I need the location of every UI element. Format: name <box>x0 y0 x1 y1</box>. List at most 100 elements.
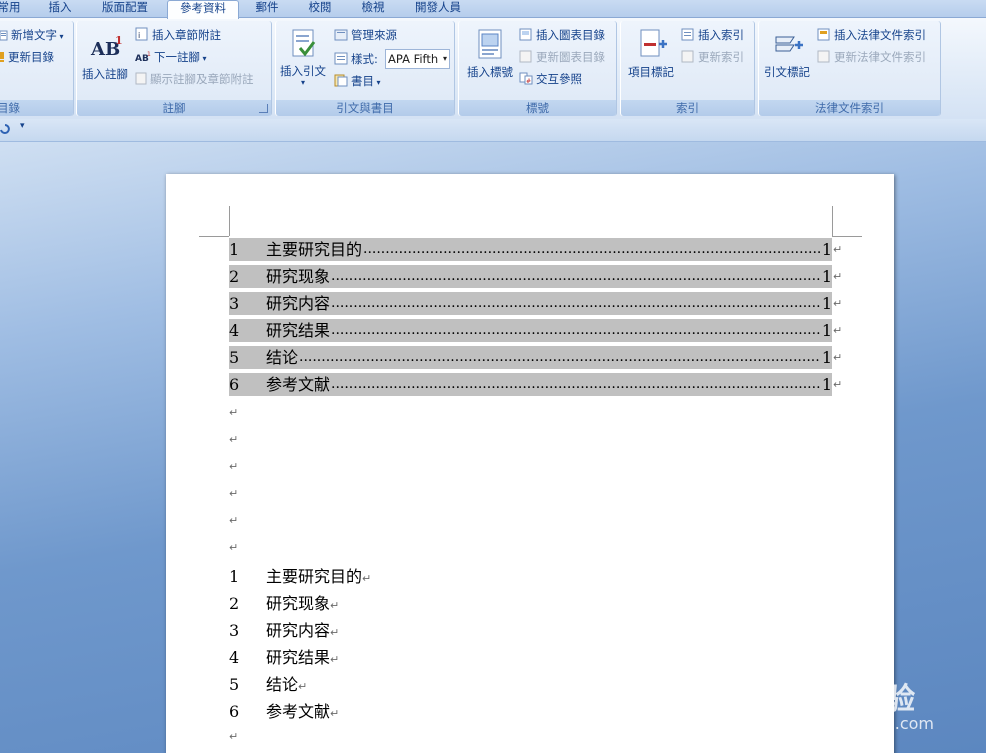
tab-developer[interactable]: 開發人員 <box>410 0 466 17</box>
document-page[interactable]: 1 主要研究目的.................................… <box>166 174 894 753</box>
tab-insert[interactable]: 插入 <box>44 0 76 17</box>
caption-icon <box>461 27 519 65</box>
show-notes-button[interactable]: 顯示註腳及章節附註 <box>135 71 254 89</box>
crop-mark <box>199 236 229 237</box>
insert-toa-button[interactable]: 插入法律文件索引 <box>817 27 926 45</box>
insert-index-label: 插入索引 <box>698 28 744 42</box>
tab-home[interactable]: 常用 <box>0 0 24 17</box>
heading-entry[interactable]: 1 主要研究目的↵ <box>229 565 371 590</box>
group-label-footnotes-text: 註腳 <box>162 101 186 115</box>
toc-entry-title: 主要研究目的 <box>266 240 363 259</box>
bibliography-icon <box>334 74 348 91</box>
heading-entry[interactable]: 4 研究结果↵ <box>229 646 339 671</box>
insert-endnote-button[interactable]: i 插入章節附註 <box>135 27 221 45</box>
tab-review[interactable]: 校閱 <box>304 0 336 17</box>
next-footnote-label: 下一註腳 <box>154 50 200 64</box>
insert-table-of-figures-button[interactable]: 插入圖表目錄 <box>519 27 605 45</box>
insert-citation-button[interactable]: 插入引文 ▾ <box>276 27 330 87</box>
empty-paragraph: ↵ <box>229 460 239 473</box>
toc-entry-title: 参考文献 <box>266 375 331 394</box>
heading-number: 4 <box>229 648 240 667</box>
group-label-index-text: 索引 <box>676 101 699 115</box>
insert-caption-button[interactable]: 插入標號 <box>461 27 519 80</box>
heading-number: 5 <box>229 675 240 694</box>
empty-paragraph: ↵ <box>229 433 239 446</box>
paragraph-mark: ↵ <box>833 351 843 364</box>
toc-leader-dots: ........................................… <box>331 322 821 338</box>
crop-mark <box>832 206 833 236</box>
heading-title: 参考文献 <box>266 702 331 721</box>
next-footnote-button[interactable]: AB 1 下一註腳 ▾ <box>135 49 207 67</box>
insert-citation-label: 插入引文 <box>280 64 326 78</box>
tab-references[interactable]: 參考資料 <box>167 0 239 19</box>
insert-index-icon <box>681 28 695 45</box>
insert-footnote-button[interactable]: AB 1 插入註腳 <box>79 29 131 82</box>
group-label-index: 索引 <box>621 100 754 116</box>
update-toa-label: 更新法律文件索引 <box>834 50 926 64</box>
toc-leader-dots: ........................................… <box>299 349 821 365</box>
toc-entry-page: 1 <box>821 294 832 313</box>
svg-text:i: i <box>138 31 140 40</box>
add-text-button[interactable]: 新增文字 ▾ <box>0 27 64 45</box>
empty-paragraph: ↵ <box>229 406 239 419</box>
cross-reference-button[interactable]: # 交互參照 <box>519 71 582 89</box>
ribbon-tab-bar: 常用 插入 版面配置 參考資料 郵件 校閱 檢視 開發人員 <box>0 0 986 19</box>
heading-title: 主要研究目的 <box>266 567 363 586</box>
customize-toolbar-icon[interactable]: ▾ <box>20 121 25 131</box>
mark-citation-button[interactable]: 引文標記 <box>759 27 815 80</box>
empty-paragraph: ↵ <box>229 487 239 500</box>
toc-entry[interactable]: 2 研究现象...................................… <box>229 265 832 288</box>
toc-entry[interactable]: 4 研究结果...................................… <box>229 319 832 342</box>
add-text-icon <box>0 29 8 45</box>
undo-icon[interactable] <box>0 122 10 139</box>
toc-entry-title: 研究结果 <box>266 321 331 340</box>
manage-sources-button[interactable]: 管理來源 <box>334 27 397 45</box>
toc-entry[interactable]: 3 研究内容...................................… <box>229 292 832 315</box>
toc-entry[interactable]: 6 参考文献...................................… <box>229 373 832 396</box>
insert-caption-label: 插入標號 <box>467 65 513 79</box>
heading-entry[interactable]: 3 研究内容↵ <box>229 619 339 644</box>
update-toa-button[interactable]: 更新法律文件索引 <box>817 49 926 67</box>
bibliography-button[interactable]: 書目 ▾ <box>334 73 381 91</box>
mark-entry-button[interactable]: 項目標記 <box>623 27 679 80</box>
toc-entry-title: 研究内容 <box>266 294 331 313</box>
bibliography-label: 書目 <box>351 74 374 88</box>
group-citations: 插入引文 ▾ 管理來源 樣式: APA Fifth ▾ 書目 ▾ 引文與書目 <box>275 21 455 116</box>
update-index-icon <box>681 50 695 67</box>
heading-number: 2 <box>229 594 240 613</box>
tab-mailings[interactable]: 郵件 <box>251 0 283 17</box>
baidu-watermark: Bai 经验 jingyan.baidu.com <box>786 661 934 733</box>
dialog-launcher-icon[interactable] <box>259 104 268 113</box>
paw-logo-icon <box>850 660 886 695</box>
chevron-down-icon: ▾ <box>374 78 381 87</box>
update-toc-button[interactable]: 更新目錄 <box>0 49 54 67</box>
paragraph-mark: ↵ <box>833 270 843 283</box>
mark-entry-icon <box>623 27 679 65</box>
mark-entry-label: 項目標記 <box>628 65 674 79</box>
style-icon <box>334 52 348 69</box>
toc-entry-page: 1 <box>821 348 832 367</box>
update-index-button[interactable]: 更新索引 <box>681 49 744 67</box>
insert-index-button[interactable]: 插入索引 <box>681 27 744 45</box>
tab-page-layout[interactable]: 版面配置 <box>96 0 154 17</box>
toc-entry-number: 3 <box>229 294 240 313</box>
style-dropdown[interactable]: APA Fifth ▾ <box>385 49 450 69</box>
heading-entry[interactable]: 5 结论↵ <box>229 673 307 698</box>
quick-access-toolbar: ▾ <box>0 119 986 142</box>
toc-entry-number: 2 <box>229 267 240 286</box>
tab-view[interactable]: 檢視 <box>357 0 389 17</box>
paragraph-mark: ↵ <box>833 378 843 391</box>
style-label: 樣式: <box>351 52 378 66</box>
add-text-label: 新增文字 <box>11 28 57 42</box>
paragraph-mark: ↵ <box>330 626 340 639</box>
paragraph-mark: ↵ <box>362 572 372 585</box>
update-table-button[interactable]: 更新圖表目錄 <box>519 49 605 67</box>
group-label-citations-text: 引文與書目 <box>336 101 394 115</box>
heading-entry[interactable]: 2 研究现象↵ <box>229 592 339 617</box>
toc-entry[interactable]: 5 结论.....................................… <box>229 346 832 369</box>
toc-entry[interactable]: 1 主要研究目的.................................… <box>229 238 832 261</box>
toc-leader-dots: ........................................… <box>331 295 821 311</box>
heading-entry[interactable]: 6 参考文献↵ <box>229 700 339 725</box>
toc-entry-page: 1 <box>821 240 832 259</box>
update-toa-icon <box>817 50 831 67</box>
